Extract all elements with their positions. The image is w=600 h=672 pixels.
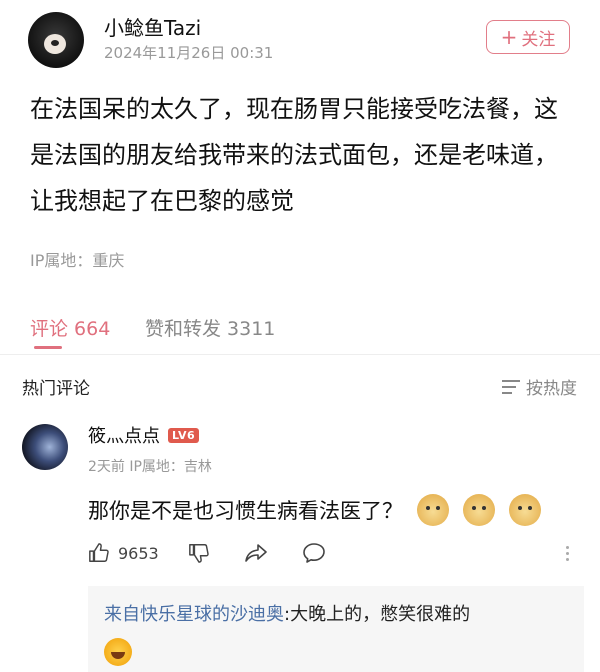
hot-comments-title: 热门评论 [22, 379, 90, 399]
cat-nose [51, 40, 59, 46]
commenter-avatar[interactable] [22, 424, 68, 470]
tab-likes-reposts[interactable]: 赞和转发 3311 [145, 314, 275, 341]
doge-emoji-icon [417, 494, 449, 526]
divider [0, 354, 600, 355]
follow-label: 关注 [521, 29, 556, 50]
commenter-name[interactable]: 筱灬点点 [88, 422, 160, 448]
more-options-icon[interactable] [566, 546, 569, 561]
sort-button[interactable]: 按热度 [502, 374, 577, 399]
reply-text: :大晚上的，憋笑很难的 [284, 604, 471, 625]
comment-item: 筱灬点点 LV6 2天前 IP属地：吉林 那你是不是也习惯生病看法医了？ 965… [0, 410, 600, 672]
reply-user[interactable]: 来自快乐星球的沙迪奥 [104, 604, 284, 625]
level-badge: LV6 [168, 427, 200, 443]
like-button[interactable]: 9653 [88, 542, 159, 564]
dislike-button[interactable] [188, 542, 210, 564]
comment-text-row: 那你是不是也习惯生病看法医了？ [88, 494, 541, 526]
post-ip-location: IP属地：重庆 [30, 251, 125, 270]
author-avatar[interactable] [28, 12, 84, 68]
sort-label: 按热度 [526, 379, 577, 399]
doge-emoji-icon [509, 494, 541, 526]
thumbs-down-icon [189, 544, 209, 563]
reply-button[interactable] [302, 542, 326, 564]
reply-preview[interactable]: 来自快乐星球的沙迪奥:大晚上的，憋笑很难的 [88, 586, 584, 672]
sort-icon [502, 379, 520, 394]
post-time: 2024年11月26日 00:31 [104, 44, 274, 62]
author-name[interactable]: 小鲶鱼Tazi [104, 12, 201, 41]
post-header: 小鲶鱼Tazi 2024年11月26日 00:31 + 关注 [0, 0, 600, 80]
comment-bubble-icon [303, 543, 325, 563]
reply-line: 来自快乐星球的沙迪奥:大晚上的，憋笑很难的 [104, 600, 470, 626]
thumbs-up-icon [89, 543, 109, 562]
tab-comments[interactable]: 评论 664 [30, 314, 110, 341]
active-tab-indicator [34, 346, 62, 349]
comment-actions: 9653 [88, 542, 588, 572]
share-button[interactable] [244, 542, 268, 564]
post-body: 在法国呆的太久了，现在肠胃只能接受吃法餐，这是法国的朋友给我带来的法式面包，还是… [30, 95, 558, 215]
comment-meta: 2天前 IP属地：吉林 [88, 459, 212, 475]
doge-emoji-icon [463, 494, 495, 526]
comment-text: 那你是不是也习惯生病看法医了？ [88, 499, 403, 523]
share-icon [245, 544, 267, 562]
post-tabs: 评论 664 赞和转发 3311 [0, 308, 600, 352]
commenter-name-row: 筱灬点点 LV6 [88, 422, 200, 448]
plus-icon: + [500, 25, 518, 49]
like-count: 9653 [118, 543, 159, 563]
laughing-emoji-icon [104, 638, 132, 666]
follow-button[interactable]: + 关注 [486, 20, 570, 54]
comments-header: 热门评论 按热度 [0, 362, 600, 406]
